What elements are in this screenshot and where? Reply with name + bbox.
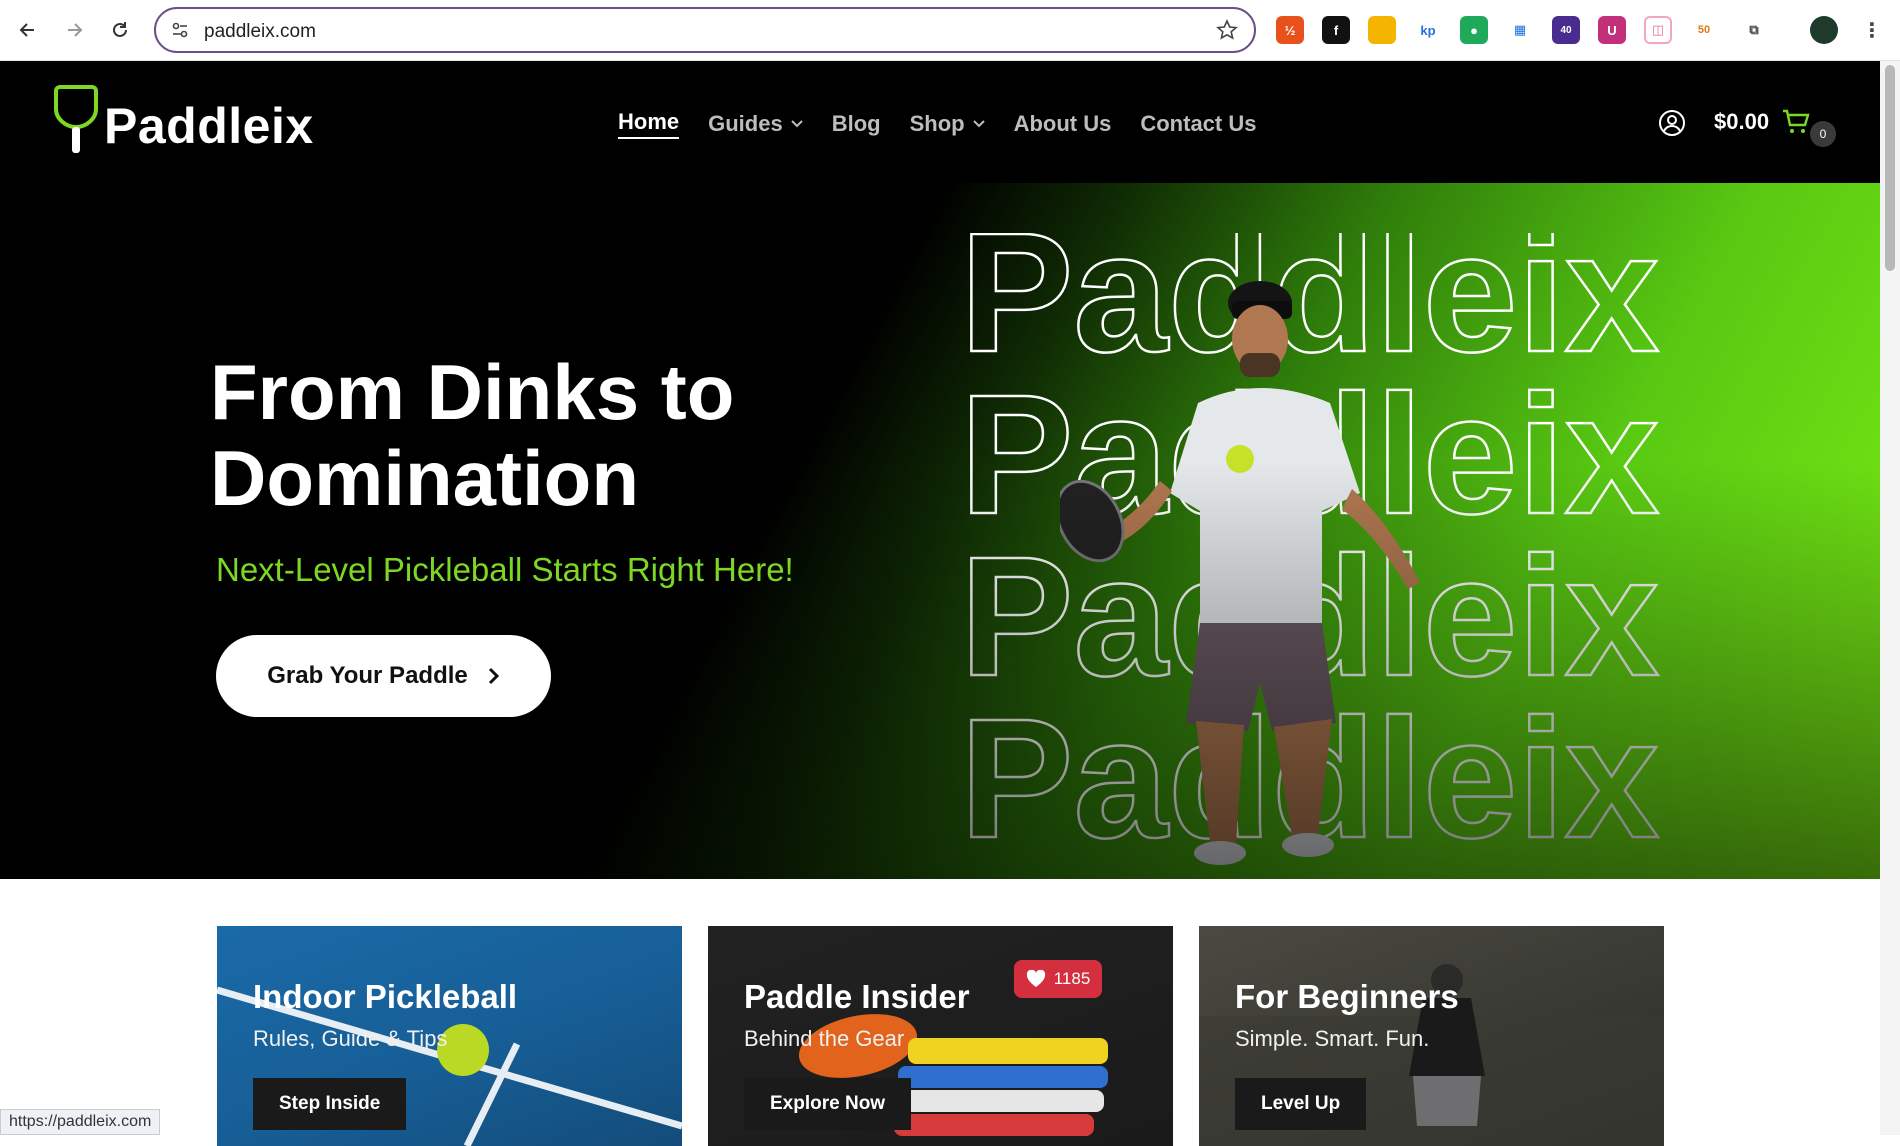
nav-contact-us[interactable]: Contact Us (1140, 109, 1256, 139)
explore-now-button[interactable]: Explore Now (744, 1078, 912, 1130)
card-for-beginners[interactable]: For Beginners Simple. Smart. Fun. Level … (1199, 926, 1664, 1146)
hero-title: From Dinks to Domination (210, 348, 735, 522)
extension-screenshot-icon[interactable]: ◫ (1644, 16, 1672, 44)
shopping-cart-icon[interactable] (1782, 109, 1810, 135)
address-bar[interactable]: paddleix.com (154, 7, 1256, 53)
scrollbar-thumb[interactable] (1885, 65, 1895, 271)
card-indoor-pickleball[interactable]: Indoor Pickleball Rules, Guide & Tips St… (217, 926, 682, 1146)
hero-subtitle: Next-Level Pickleball Starts Right Here! (216, 551, 794, 588)
browser-toolbar: paddleix.com ½ f kp ● ▦ 40 U ◫ 50 ⧉ ⋮ (0, 0, 1900, 61)
cart-total[interactable]: $0.00 (1714, 109, 1769, 135)
user-account-icon[interactable] (1658, 109, 1686, 137)
brand-name[interactable]: Paddleix (104, 97, 314, 155)
site-settings-icon[interactable] (170, 20, 190, 40)
status-bar-url: https://paddleix.com (0, 1109, 161, 1135)
extension-record-icon[interactable]: ● (1460, 16, 1488, 44)
card-subtitle: Simple. Smart. Fun. (1235, 1026, 1430, 1051)
card-title: Paddle Insider (744, 978, 970, 1015)
pickleball-player-image (1060, 281, 1420, 865)
step-inside-button[interactable]: Step Inside (253, 1078, 407, 1130)
site-header: Paddleix Home Guides Blog Shop About Us … (0, 61, 1880, 183)
nav-about-us[interactable]: About Us (1014, 109, 1112, 139)
arrow-right-icon (68, 23, 83, 37)
chevron-right-icon (488, 667, 499, 685)
nav-guides[interactable]: Guides (708, 109, 803, 139)
card-subtitle: Behind the Gear (744, 1026, 905, 1051)
browser-menu-icon[interactable]: ⋮ (1858, 16, 1886, 44)
heart-icon (1026, 970, 1045, 987)
forward-button[interactable] (58, 14, 90, 46)
nav-blog[interactable]: Blog (832, 109, 881, 139)
back-button[interactable] (12, 14, 44, 46)
grab-your-paddle-button[interactable]: Grab Your Paddle (216, 635, 551, 717)
chevron-down-icon (790, 120, 803, 128)
level-up-button[interactable]: Level Up (1235, 1078, 1367, 1130)
category-cards: Indoor Pickleball Rules, Guide & Tips St… (0, 879, 1880, 1146)
likes-badge: 1185 (1014, 960, 1102, 998)
extension-kp-icon[interactable]: kp (1414, 16, 1442, 44)
extensions-puzzle-icon[interactable]: ⧉ (1740, 16, 1768, 44)
url-text: paddleix.com (204, 21, 316, 42)
extension-drive-icon[interactable] (1368, 16, 1396, 44)
cart-count-badge: 0 (1810, 121, 1836, 147)
extension-u-icon[interactable]: U (1598, 16, 1626, 44)
nav-home[interactable]: Home (618, 109, 680, 139)
nav-shop[interactable]: Shop (910, 109, 985, 139)
extension-1-icon[interactable]: ½ (1276, 16, 1304, 44)
main-nav: Home Guides Blog Shop About Us Contact U… (618, 109, 1285, 139)
card-paddle-insider[interactable]: 1185 Paddle Insider Behind the Gear Expl… (708, 926, 1173, 1146)
card-title: For Beginners (1235, 978, 1459, 1015)
paddle-logo-icon[interactable] (54, 83, 98, 155)
bookmark-star-icon[interactable] (1216, 19, 1238, 41)
reload-button[interactable] (104, 14, 136, 46)
reload-icon (113, 22, 127, 37)
page-scrollbar[interactable] (1880, 61, 1900, 1135)
card-title: Indoor Pickleball (253, 978, 518, 1015)
extension-font-icon[interactable]: f (1322, 16, 1350, 44)
extension-grid-icon[interactable]: ▦ (1506, 16, 1534, 44)
extension-sale-icon[interactable]: 50 (1690, 16, 1718, 44)
card-subtitle: Rules, Guide & Tips (253, 1026, 448, 1051)
arrow-left-icon (19, 23, 34, 37)
chevron-down-icon (972, 120, 985, 128)
profile-avatar[interactable] (1810, 16, 1838, 44)
extension-grad-icon[interactable]: 40 (1552, 16, 1580, 44)
hero-banner: Paddleix Paddleix Paddleix Paddleix From… (0, 183, 1880, 879)
